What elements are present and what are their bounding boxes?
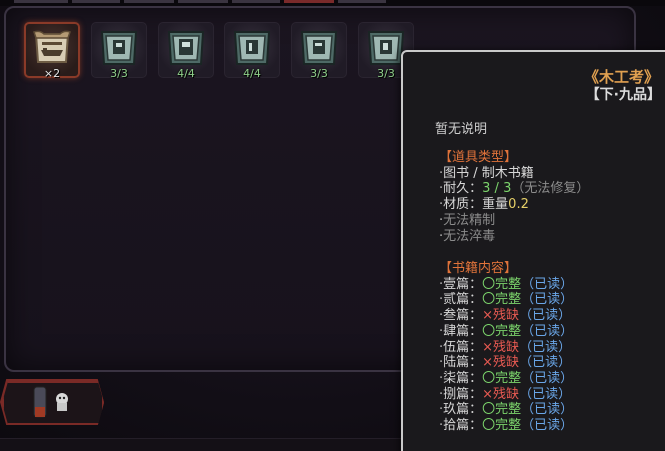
top-tab[interactable] <box>14 0 68 3</box>
chapter-read-status: （已读） <box>521 276 574 292</box>
chapter-row: ·柒篇：〇完整（已读） <box>439 370 574 386</box>
item-count: ×2 <box>43 67 61 80</box>
chapter-list: ·壹篇：〇完整（已读） ·贰篇：〇完整（已读） ·叁篇：×残缺（已读） ·肆篇：〇完整… <box>439 277 573 434</box>
chapter-row: ·陆篇：×残缺（已读） <box>439 355 572 371</box>
inventory-slot[interactable]: 3/3 <box>91 22 147 80</box>
durability-line: ·耐久：3 / 3（无法修复） <box>439 181 590 197</box>
chapter-row: ·拾篇：〇完整（已读） <box>439 418 574 434</box>
item-count: 4/4 <box>243 67 261 80</box>
chapter-status: 〇完整 <box>482 418 522 434</box>
chapter-status: ×残缺 <box>482 308 520 324</box>
chapter-status: 〇完整 <box>482 402 522 418</box>
chapter-name: 陆篇： <box>443 355 483 371</box>
item-count: 4/4 <box>177 67 195 80</box>
chapter-status: ×残缺 <box>482 386 520 402</box>
chapter-name: 捌篇： <box>443 386 483 402</box>
chapter-read-status: （已读） <box>521 402 574 418</box>
no-refine-line: ·无法精制 <box>439 212 496 228</box>
top-tab-active[interactable] <box>284 0 334 3</box>
chapter-read-status: （已读） <box>519 386 572 402</box>
character-frame[interactable] <box>2 381 104 425</box>
material-line: ·材质：重量0.2 <box>439 197 529 213</box>
chapter-name: 伍篇： <box>443 339 483 355</box>
chapter-read-status: （已读） <box>521 418 574 434</box>
chapter-read-status: （已读） <box>521 292 574 308</box>
durability-value: 3 / 3 <box>482 181 512 197</box>
chapter-name: 壹篇： <box>443 276 483 292</box>
character-portrait-icon <box>33 386 68 418</box>
inventory-slot[interactable]: 4/4 <box>158 22 214 80</box>
chapter-row: ·伍篇：×残缺（已读） <box>439 339 572 355</box>
chapter-read-status: （已读） <box>521 323 574 339</box>
top-tab[interactable] <box>124 0 174 3</box>
inventory-slot[interactable]: 3/3 <box>291 22 347 80</box>
no-poison-line: ·无法淬毒 <box>439 228 496 244</box>
chapter-status: 〇完整 <box>482 370 522 386</box>
chapter-name: 肆篇： <box>443 323 483 339</box>
chapter-read-status: （已读） <box>519 355 572 371</box>
top-tab[interactable] <box>72 0 120 3</box>
chapter-row: ·玖篇：〇完整（已读） <box>439 402 574 418</box>
item-tooltip: 《木工考》 【下·九品】 暂无说明 【道具类型】 ·图书 / 制木书籍 ·耐久：… <box>401 50 665 451</box>
chapter-read-status: （已读） <box>519 339 572 355</box>
chapter-status: ×残缺 <box>482 339 520 355</box>
chapter-row: ·叁篇：×残缺（已读） <box>439 308 572 324</box>
chapter-row: ·捌篇：×残缺（已读） <box>439 386 572 402</box>
pawn-shop-book-icon <box>300 31 338 65</box>
chapter-name: 柒篇： <box>443 370 483 386</box>
chapter-status: 〇完整 <box>482 323 522 339</box>
chapter-status: ×残缺 <box>482 355 520 371</box>
chapter-name: 玖篇： <box>443 402 483 418</box>
game-screen: ×2 3/3 4/4 4/4 3/3 3/3 《木工考》 【下·九品】 暂无说明… <box>0 0 665 451</box>
inventory-slot[interactable]: 4/4 <box>224 22 280 80</box>
chapter-row: ·肆篇：〇完整（已读） <box>439 323 574 339</box>
chapter-status: 〇完整 <box>482 292 522 308</box>
item-type-section: 【道具类型】 ·图书 / 制木书籍 ·耐久：3 / 3（无法修复） ·材质：重量… <box>439 150 589 244</box>
chapter-name: 贰篇： <box>443 292 483 308</box>
top-tab[interactable] <box>338 0 386 3</box>
inventory-slot[interactable]: ×2 <box>24 22 80 80</box>
book-contents-section: 【书籍内容】 ·壹篇：〇完整（已读） ·贰篇：〇完整（已读） ·叁篇：×残缺（已读）… <box>439 261 573 434</box>
section-header: 【道具类型】 <box>439 150 518 165</box>
pawn-shop-book-icon <box>100 31 138 65</box>
chapter-name: 拾篇： <box>443 418 483 434</box>
chapter-row: ·贰篇：〇完整（已读） <box>439 292 574 308</box>
top-tab[interactable] <box>178 0 228 3</box>
item-grade: 【下·九品】 <box>585 87 661 103</box>
chapter-name: 叁篇： <box>443 308 483 324</box>
top-tab[interactable] <box>232 0 280 3</box>
item-count: 3/3 <box>110 67 128 80</box>
category-line: ·图书 / 制木书籍 <box>439 165 534 181</box>
item-description: 暂无说明 <box>435 122 488 137</box>
scroll-book-icon <box>33 30 71 63</box>
chapter-status: 〇完整 <box>482 276 522 292</box>
chapter-read-status: （已读） <box>519 308 572 324</box>
item-count: 3/3 <box>310 67 328 80</box>
chapter-read-status: （已读） <box>521 370 574 386</box>
section-header: 【书籍内容】 <box>439 261 518 276</box>
pawn-shop-book-icon <box>233 31 271 65</box>
chapter-row: ·壹篇：〇完整（已读） <box>439 276 574 292</box>
pawn-shop-book-icon <box>167 31 205 65</box>
weight-value: 0.2 <box>508 197 529 213</box>
